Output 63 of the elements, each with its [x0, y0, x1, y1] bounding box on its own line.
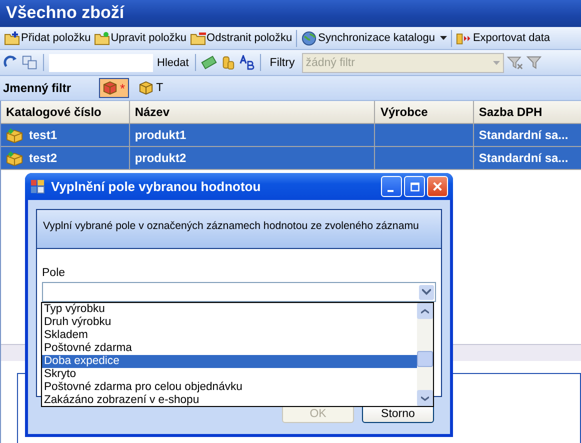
- cube-icon: [103, 81, 117, 95]
- field-label: Pole: [42, 267, 66, 279]
- filter-icon[interactable]: [526, 55, 542, 70]
- field-dropdown[interactable]: [42, 282, 436, 302]
- column-header[interactable]: Sazba DPH: [474, 101, 581, 123]
- toolbar-button[interactable]: Exportovat data: [454, 30, 552, 46]
- export-icon: [456, 30, 472, 46]
- minimize-icon: [386, 190, 394, 192]
- scrollbar[interactable]: [417, 303, 433, 406]
- column-header[interactable]: Název: [130, 101, 376, 123]
- maximize-icon: [410, 182, 420, 192]
- dropdown-option[interactable]: Skladem: [42, 329, 417, 342]
- dropdown-option[interactable]: Druh výrobku: [42, 316, 417, 329]
- table-row[interactable]: test2 produkt2 Standardní sa...: [1, 147, 581, 170]
- caret-icon: [440, 36, 447, 40]
- sort-icon[interactable]: [238, 55, 255, 70]
- close-icon: [432, 181, 443, 192]
- filter-clear-icon[interactable]: [506, 55, 523, 70]
- table-cell: produkt2: [134, 151, 186, 165]
- copy-icon[interactable]: [22, 55, 38, 70]
- filters-label: Filtry: [268, 56, 296, 68]
- name-filter-label: Jmenný filtr: [3, 81, 72, 95]
- dropdown-option[interactable]: Poštovné zdarma pro celou objednávku: [42, 381, 417, 394]
- name-filter-option[interactable]: T: [135, 78, 168, 98]
- dropdown-option[interactable]: Zakázáno zobrazení v e-shopu: [42, 394, 417, 406]
- toolbar-button[interactable]: Přidat položku: [3, 30, 92, 46]
- table-cell: produkt1: [134, 128, 186, 142]
- dialog-title: Vyplnění pole vybranou hodnotou: [51, 179, 262, 194]
- refresh-icon[interactable]: [3, 55, 19, 70]
- toolbar-button[interactable]: Odstranit položku: [188, 30, 294, 46]
- table-cell: Standardní sa...: [478, 151, 568, 165]
- table-cell: Standardní sa...: [478, 128, 568, 142]
- package-icon: [6, 127, 23, 143]
- search-field[interactable]: [49, 54, 153, 72]
- app-icon: [30, 179, 45, 194]
- table-cell: test1: [29, 128, 58, 142]
- column-header[interactable]: Výrobce: [375, 101, 474, 123]
- column-header[interactable]: Katalogové číslo: [1, 101, 130, 123]
- table-row[interactable]: test1 produkt1 Standardní sa...: [1, 124, 581, 147]
- maximize-button[interactable]: [404, 176, 425, 197]
- dropdown-option[interactable]: Typ výrobku: [42, 303, 417, 316]
- caret-icon: [492, 60, 500, 64]
- cube-icon: [139, 81, 154, 95]
- chevron-up-icon: [421, 308, 429, 314]
- chevron-down-icon: [421, 396, 429, 400]
- toolbar-button[interactable]: Upravit položku: [92, 30, 188, 46]
- search-button[interactable]: Hledat: [156, 56, 190, 68]
- dropdown-option[interactable]: Doba expedice: [42, 355, 417, 368]
- globe-icon: [301, 30, 318, 46]
- table-cell: test2: [29, 151, 58, 165]
- folder-icon: [94, 30, 110, 46]
- package-icon: [6, 150, 23, 166]
- folder-icon: [4, 30, 20, 46]
- dropdown-option[interactable]: Skryto: [42, 368, 417, 381]
- dialog-description: Vyplní vybrané pole v označených záznamech hodnotou ze zvoleného záznamu: [37, 210, 441, 249]
- window-title: Všechno zboží: [0, 0, 581, 27]
- toolbar-button[interactable]: Synchronizace katalogu: [300, 30, 448, 46]
- minimize-button[interactable]: [381, 176, 402, 197]
- close-button[interactable]: [427, 176, 448, 197]
- chevron-down-icon: [422, 289, 431, 295]
- scrollbar-thumb[interactable]: [417, 351, 433, 367]
- dropdown-option[interactable]: Poštovné zdarma: [42, 342, 417, 355]
- folder-icon: [190, 30, 206, 46]
